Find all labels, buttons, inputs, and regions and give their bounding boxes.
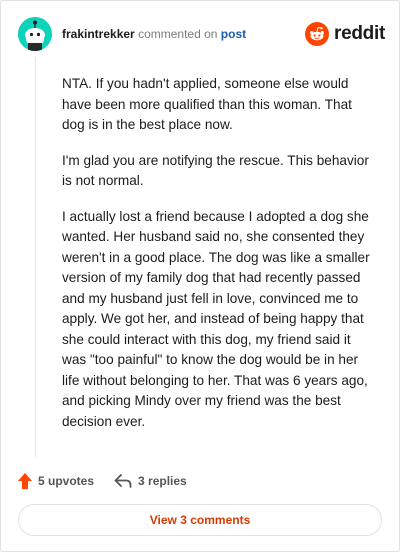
snoo-avatar-icon [18, 17, 52, 51]
brand-name: reddit [334, 23, 385, 44]
upvote-count: 5 upvotes [38, 474, 95, 488]
comment-card: frakintrekker commented on post reddit N… [0, 0, 400, 552]
comment-paragraph: I'm glad you are notifying the rescue. T… [62, 152, 369, 189]
reddit-brand[interactable]: reddit [305, 21, 385, 47]
reply-arrow-icon [114, 474, 132, 488]
post-link[interactable]: post [221, 27, 246, 41]
reddit-logo-icon [305, 22, 330, 46]
author-name[interactable]: frakintrekker [62, 27, 135, 41]
comment-body: NTA. If you hadn't applied, someone else… [62, 74, 378, 447]
upvote-arrow-icon [18, 473, 32, 489]
comment-paragraph: NTA. If you hadn't applied, someone else… [62, 76, 352, 132]
upvote-button[interactable]: 5 upvotes [18, 473, 94, 489]
action-text: commented on [138, 27, 218, 41]
comment-footer: 5 upvotes 3 replies [18, 471, 187, 491]
reply-count: 3 replies [138, 474, 187, 488]
view-comments-button[interactable]: View 3 comments [18, 504, 382, 536]
comment-paragraph: I actually lost a friend because I adopt… [62, 208, 370, 429]
replies-button[interactable]: 3 replies [114, 474, 187, 488]
comment-meta: frakintrekker commented on post [62, 27, 246, 41]
avatar[interactable] [18, 17, 52, 51]
comment-header: frakintrekker commented on post reddit [18, 17, 385, 51]
thread-line[interactable] [35, 57, 36, 457]
